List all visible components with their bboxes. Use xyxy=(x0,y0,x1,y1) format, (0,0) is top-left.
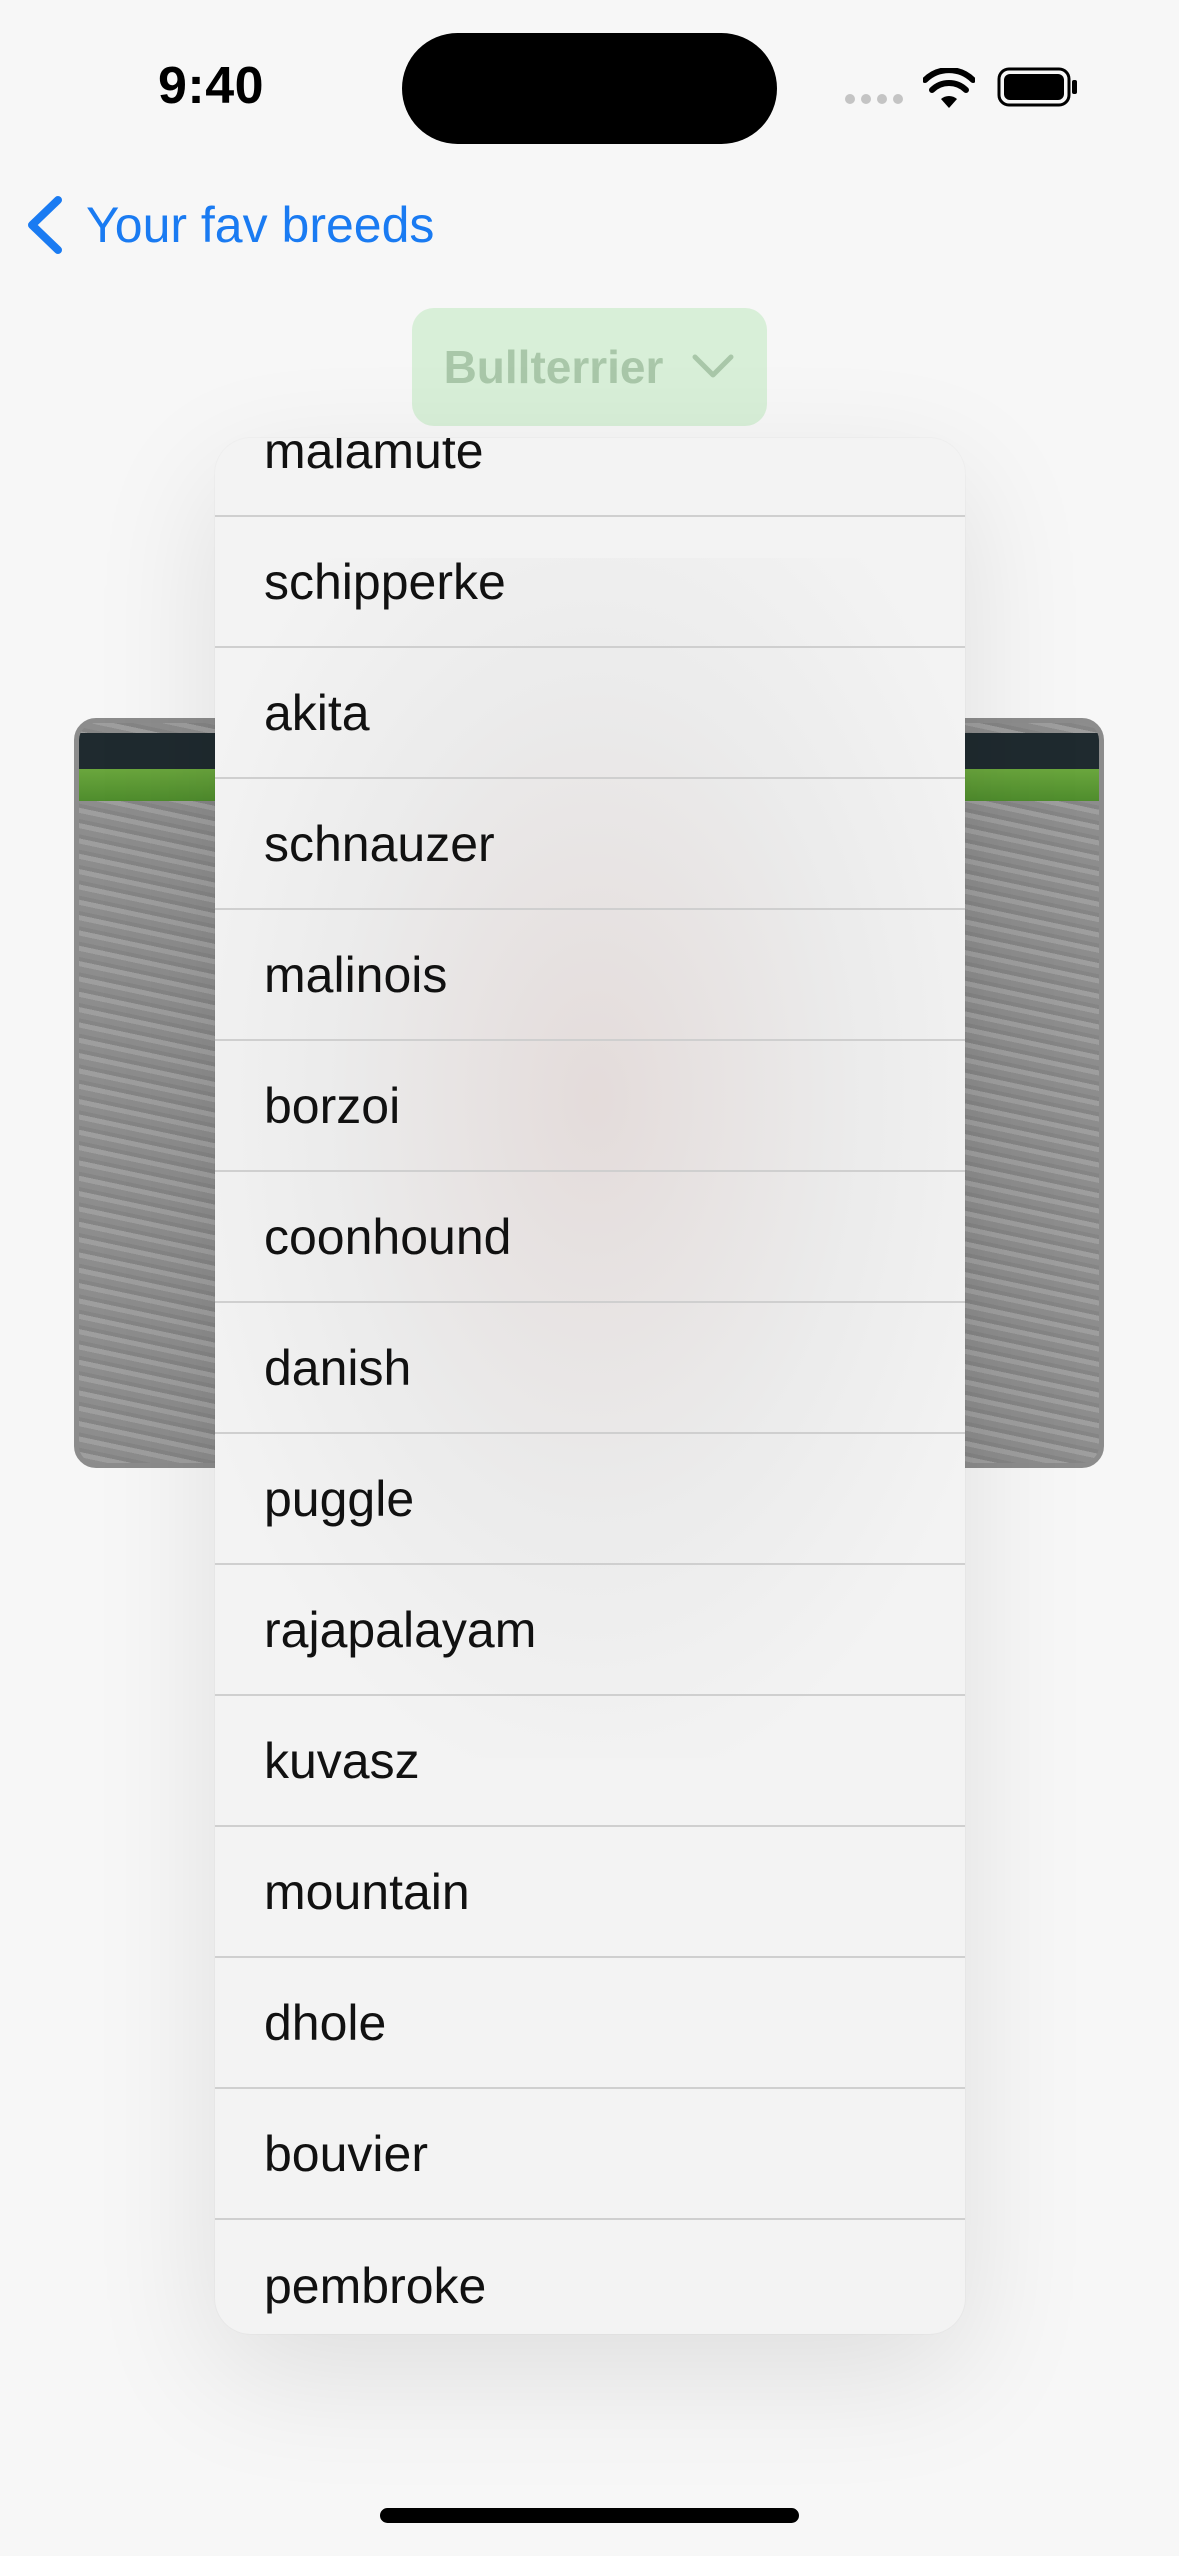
cellular-signal-icon xyxy=(845,94,905,106)
breed-menu-item[interactable]: malinois xyxy=(215,910,965,1041)
breed-menu-item[interactable]: rajapalayam xyxy=(215,1565,965,1696)
wifi-icon xyxy=(923,68,975,108)
navigation-bar: Your fav breeds xyxy=(0,185,1179,265)
breed-picker-menu[interactable]: malamute schipperke akita schnauzer malinois… xyxy=(215,438,965,2334)
back-button[interactable]: Your fav breeds xyxy=(22,185,434,265)
breed-menu-item[interactable]: schipperke xyxy=(215,517,965,648)
status-time: 9:40 xyxy=(158,57,265,115)
chevron-down-icon xyxy=(692,354,734,378)
breed-menu-list: malamute schipperke akita schnauzer malinois… xyxy=(215,438,965,2334)
breed-menu-item[interactable]: danish xyxy=(215,1303,965,1434)
breed-menu-item[interactable]: coonhound xyxy=(215,1172,965,1303)
chevron-left-icon xyxy=(28,196,62,254)
back-button-label: Your fav breeds xyxy=(86,197,435,253)
breed-menu-item[interactable]: malamute xyxy=(215,438,965,517)
home-indicator[interactable] xyxy=(380,2508,799,2523)
breed-menu-item[interactable]: mountain xyxy=(215,1827,965,1958)
breed-menu-item[interactable]: borzoi xyxy=(215,1041,965,1172)
breed-menu-item[interactable]: dhole xyxy=(215,1958,965,2089)
breed-menu-item[interactable]: pembroke xyxy=(215,2220,965,2334)
battery-icon xyxy=(997,67,1077,107)
breed-menu-item[interactable]: puggle xyxy=(215,1434,965,1565)
dynamic-island xyxy=(402,33,777,144)
breed-menu-item[interactable]: schnauzer xyxy=(215,779,965,910)
breed-menu-item[interactable]: kuvasz xyxy=(215,1696,965,1827)
breed-dropdown-button[interactable]: Bullterrier xyxy=(412,308,767,426)
breed-dropdown-selected: Bullterrier xyxy=(443,341,664,393)
breed-menu-item[interactable]: bouvier xyxy=(215,2089,965,2220)
status-bar: 9:40 xyxy=(0,0,1179,175)
breed-menu-item[interactable]: akita xyxy=(215,648,965,779)
